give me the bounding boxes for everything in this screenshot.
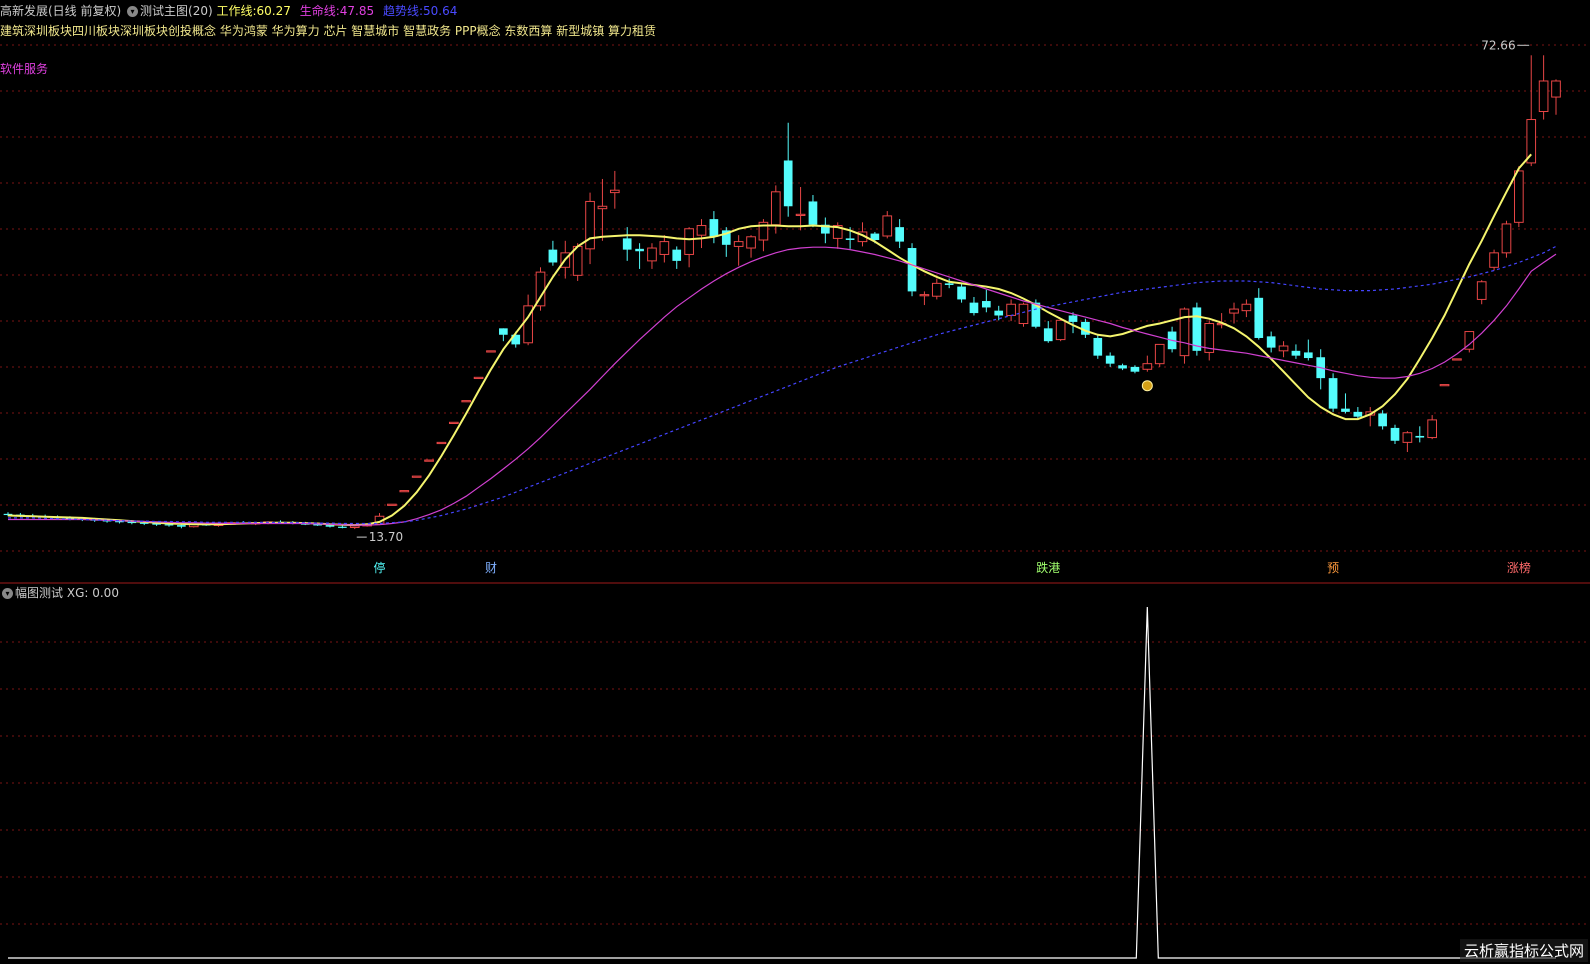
candle-up <box>795 213 806 216</box>
work-line <box>7 153 1532 527</box>
candle-down <box>1415 435 1425 438</box>
candle-down <box>1130 366 1140 372</box>
candle-up <box>733 241 744 247</box>
candle-up <box>387 503 397 506</box>
candle-up <box>424 459 434 462</box>
candle-down <box>994 310 1004 316</box>
candle-up <box>1142 363 1153 370</box>
candle-up <box>436 441 447 445</box>
candle-up <box>684 228 694 255</box>
candle-down <box>622 238 632 250</box>
candle-down <box>969 302 979 314</box>
candle-down <box>177 525 186 527</box>
candle-up <box>1439 384 1450 387</box>
signal-marker: 财 <box>485 561 497 575</box>
candle-up <box>647 247 657 262</box>
candle-up <box>1154 343 1165 365</box>
candle-down <box>1303 352 1313 359</box>
candle-up <box>585 200 595 250</box>
candle-up <box>609 189 620 194</box>
candle-up <box>659 241 670 255</box>
candle-down <box>1341 408 1350 412</box>
candle-up <box>448 421 459 424</box>
candle-up <box>1514 170 1524 223</box>
candle-down <box>907 248 917 292</box>
candle-up <box>411 475 422 478</box>
candle-up <box>770 191 781 226</box>
signal-marker: 预 <box>1327 561 1339 575</box>
candle-up <box>1501 223 1512 254</box>
candle-down <box>1192 307 1202 351</box>
candle-down <box>944 283 954 285</box>
candle-up <box>399 490 410 493</box>
candle-up <box>1278 345 1289 352</box>
candle-down <box>783 160 793 207</box>
candle-up <box>597 205 608 210</box>
candle-down <box>1266 336 1276 348</box>
candle-up <box>473 376 484 380</box>
candle-down <box>1378 413 1387 427</box>
signal-marker: 涨榜 <box>1507 560 1531 575</box>
candle-down <box>808 201 818 225</box>
candle-up <box>486 350 496 353</box>
trend-line <box>8 245 1557 525</box>
candle-up <box>919 294 930 297</box>
candle-down <box>1068 315 1078 322</box>
candle-down <box>1043 328 1053 342</box>
candle-up <box>1006 303 1016 316</box>
stock-chart[interactable]: 13.70 72.66 停 财 跌港 预 涨榜 <box>0 0 1590 964</box>
signal-marker: 停 <box>374 560 386 575</box>
candle-up <box>882 215 893 237</box>
candle-down <box>1093 337 1103 356</box>
candle-up <box>1427 419 1437 439</box>
candle-up <box>931 282 942 297</box>
candle-down <box>957 286 966 300</box>
candle-down <box>895 227 904 242</box>
candle-down <box>1390 427 1400 441</box>
candle-up <box>1538 80 1549 113</box>
candle-down <box>338 526 347 528</box>
candle-up <box>1018 303 1029 325</box>
candle-down <box>1328 378 1338 409</box>
candle-down <box>845 238 855 240</box>
candle-down <box>1105 355 1115 364</box>
life-line <box>8 246 1557 526</box>
candle-up <box>1055 319 1066 341</box>
candle-up <box>1241 303 1252 312</box>
candle-down <box>709 219 719 237</box>
candle-down <box>1291 350 1301 356</box>
candle-down <box>672 249 682 261</box>
candle-down <box>499 328 508 335</box>
candle-down <box>1118 365 1127 369</box>
candle-up <box>1229 308 1239 314</box>
high-price-label: 72.66 <box>1481 38 1515 52</box>
candle-up <box>1476 281 1487 300</box>
candle-down <box>1254 297 1264 338</box>
candle-up <box>696 225 707 236</box>
candle-up <box>1452 358 1462 361</box>
candle-up <box>1551 80 1561 98</box>
candle-down <box>548 249 558 263</box>
candle-up <box>349 525 360 528</box>
coin-icon <box>1141 380 1153 392</box>
candle-down <box>1353 411 1363 417</box>
signal-marker: 跌港 <box>1036 560 1060 575</box>
low-price-label: 13.70 <box>369 530 403 544</box>
candle-up <box>461 400 472 403</box>
candle-up <box>746 236 756 249</box>
candle-up <box>1402 432 1413 443</box>
watermark-text: 云析赢指标公式网 <box>1459 939 1588 962</box>
candle-down <box>982 301 991 308</box>
candle-down <box>635 248 644 252</box>
candle-up <box>1489 252 1499 268</box>
